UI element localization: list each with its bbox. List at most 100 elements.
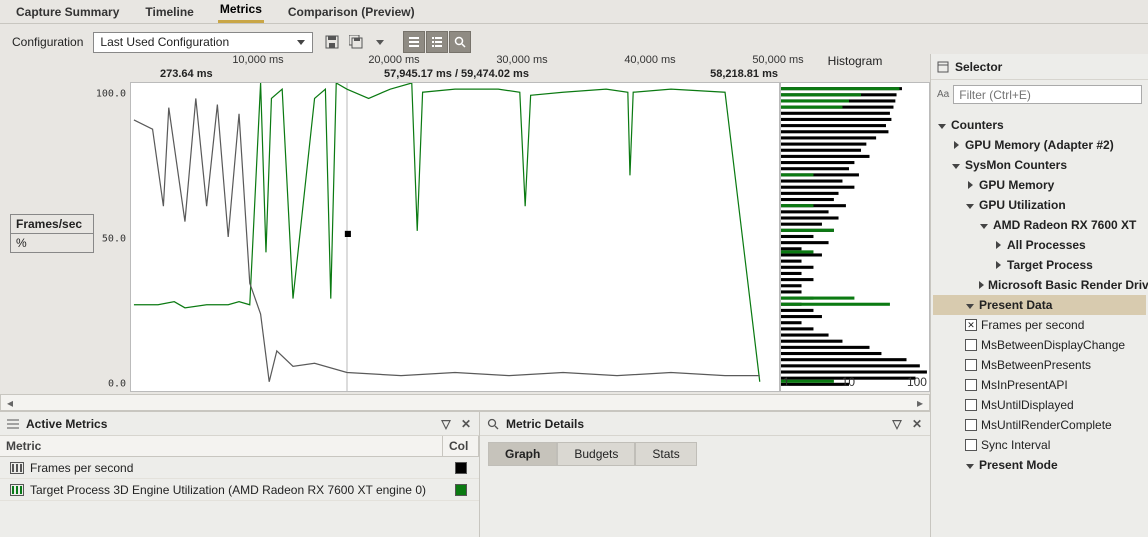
col-color-header[interactable]: Col <box>443 436 479 456</box>
config-toolbar <box>321 31 471 53</box>
checkbox[interactable]: ✕ <box>965 319 977 331</box>
search-icon <box>486 417 500 431</box>
checkbox[interactable] <box>965 439 977 451</box>
chevron-down-icon <box>293 34 309 50</box>
histogram-plot[interactable]: 1 10 100 <box>780 82 930 392</box>
selector-title: Selector <box>955 60 1002 74</box>
tree-item[interactable]: SysMon Counters <box>933 155 1146 175</box>
checkbox[interactable] <box>965 419 977 431</box>
view-chart-icon[interactable] <box>403 31 425 53</box>
chevron-right-icon[interactable] <box>993 238 1003 252</box>
checkbox[interactable] <box>965 399 977 411</box>
md-tab-budgets[interactable]: Budgets <box>557 442 635 466</box>
cursor-end-ms: 58,218.81 ms <box>710 68 778 80</box>
tree-item[interactable]: Target Process <box>933 255 1146 275</box>
tree-item[interactable]: GPU Utilization <box>933 195 1146 215</box>
tree-item[interactable]: All Processes <box>933 235 1146 255</box>
tree-item[interactable]: GPU Memory (Adapter #2) <box>933 135 1146 155</box>
chart-h-scrollbar[interactable]: ◂ ▸ <box>0 394 930 411</box>
md-tab-graph[interactable]: Graph <box>488 442 557 466</box>
chevron-right-icon[interactable] <box>993 258 1003 272</box>
active-metrics-title: Active Metrics <box>26 417 107 431</box>
chevron-down-icon[interactable] <box>965 458 975 472</box>
close-icon[interactable]: ✕ <box>459 417 473 431</box>
panel-menu-icon[interactable]: ▽ <box>439 417 453 431</box>
config-select[interactable]: Last Used Configuration <box>93 32 313 53</box>
tree-item[interactable]: AMD Radeon RX 7600 XT <box>933 215 1146 235</box>
tree-item[interactable]: ✕Frames per second <box>933 315 1146 335</box>
scroll-right-icon[interactable]: ▸ <box>913 396 927 410</box>
tree-item[interactable]: MsBetweenDisplayChange <box>933 335 1146 355</box>
tree-item[interactable]: Microsoft Basic Render Driver <box>933 275 1146 295</box>
config-selected-value: Last Used Configuration <box>100 35 229 49</box>
tree-label: GPU Utilization <box>979 198 1066 212</box>
color-swatch[interactable] <box>455 462 467 474</box>
chevron-down-icon[interactable] <box>979 218 989 232</box>
view-list-icon[interactable] <box>426 31 448 53</box>
metric-row[interactable]: Frames per second <box>0 457 479 479</box>
selector-filter-input[interactable] <box>953 85 1142 104</box>
chevron-down-icon[interactable] <box>937 118 947 132</box>
metric-details-panel: Metric Details ▽ ✕ Graph Budgets Stats <box>480 411 930 537</box>
chevron-down-icon[interactable] <box>965 198 975 212</box>
x-tick-40k: 40,000 ms <box>624 54 675 66</box>
tree-label: AMD Radeon RX 7600 XT <box>993 218 1136 232</box>
series-thumb-icon <box>10 484 24 496</box>
tree-item[interactable]: Present Mode <box>933 455 1146 475</box>
tree-item[interactable]: GPU Memory <box>933 175 1146 195</box>
tab-timeline[interactable]: Timeline <box>143 2 195 23</box>
save-icon[interactable] <box>321 31 343 53</box>
active-metrics-rows: Frames per second Target Process 3D Engin… <box>0 457 479 501</box>
cursor-mid-ms: 57,945.17 ms / 59,474.02 ms <box>384 68 529 80</box>
hist-tick-100: 100 <box>907 375 927 389</box>
hist-tick-1: 1 <box>783 375 790 389</box>
histogram-title: Histogram <box>780 54 930 82</box>
search-icon[interactable] <box>449 31 471 53</box>
tree-item[interactable]: MsUntilRenderComplete <box>933 415 1146 435</box>
color-swatch[interactable] <box>455 484 467 496</box>
metric-row[interactable]: Target Process 3D Engine Utilization (AM… <box>0 479 479 501</box>
checkbox[interactable] <box>965 379 977 391</box>
tree-item[interactable]: MsUntilDisplayed <box>933 395 1146 415</box>
y-tick-100: 100.0 <box>96 89 126 100</box>
checkbox[interactable] <box>965 339 977 351</box>
chevron-down-icon[interactable] <box>965 298 975 312</box>
tree-label: MsBetweenPresents <box>981 358 1091 372</box>
tab-capture-summary[interactable]: Capture Summary <box>14 2 121 23</box>
selector-tree: Counters GPU Memory (Adapter #2) SysMon Co… <box>931 109 1148 537</box>
series-thumb-icon <box>10 462 24 474</box>
cursor-start-ms: 273.64 ms <box>160 68 213 80</box>
panel-menu-icon[interactable]: ▽ <box>890 417 904 431</box>
tree-item[interactable]: Present Data <box>933 295 1146 315</box>
metric-details-tabs: Graph Budgets Stats <box>480 436 930 472</box>
top-tabs: Capture Summary Timeline Metrics Compari… <box>0 0 1148 24</box>
y-tick-50: 50.0 <box>102 234 126 245</box>
chevron-right-icon[interactable] <box>979 278 984 292</box>
hist-tick-10: 10 <box>842 375 855 389</box>
y-axis-label-pct: % <box>11 234 93 252</box>
scroll-left-icon[interactable]: ◂ <box>3 396 17 410</box>
chevron-right-icon[interactable] <box>965 178 975 192</box>
tree-label: Counters <box>951 118 1004 132</box>
tree-label: GPU Memory (Adapter #2) <box>965 138 1114 152</box>
tree-item[interactable]: MsInPresentAPI <box>933 375 1146 395</box>
checkbox[interactable] <box>965 359 977 371</box>
chevron-right-icon[interactable] <box>951 138 961 152</box>
tree-item[interactable]: Sync Interval <box>933 435 1146 455</box>
col-metric-header[interactable]: Metric <box>0 436 443 456</box>
metric-name: Frames per second <box>30 461 133 475</box>
dropdown-icon[interactable] <box>369 31 391 53</box>
close-icon[interactable]: ✕ <box>910 417 924 431</box>
line-plot[interactable] <box>130 82 780 392</box>
match-case-icon[interactable]: Aa <box>937 89 949 100</box>
tree-label: Target Process <box>1007 258 1093 272</box>
chevron-down-icon[interactable] <box>951 158 961 172</box>
tree-item[interactable]: Counters <box>933 115 1146 135</box>
tree-label: Present Mode <box>979 458 1058 472</box>
tab-comparison[interactable]: Comparison (Preview) <box>286 2 417 23</box>
active-metrics-panel: Active Metrics ▽ ✕ Metric Col Frames per… <box>0 411 480 537</box>
tree-item[interactable]: MsBetweenPresents <box>933 355 1146 375</box>
tab-metrics[interactable]: Metrics <box>218 0 264 23</box>
md-tab-stats[interactable]: Stats <box>635 442 696 466</box>
save-all-icon[interactable] <box>345 31 367 53</box>
